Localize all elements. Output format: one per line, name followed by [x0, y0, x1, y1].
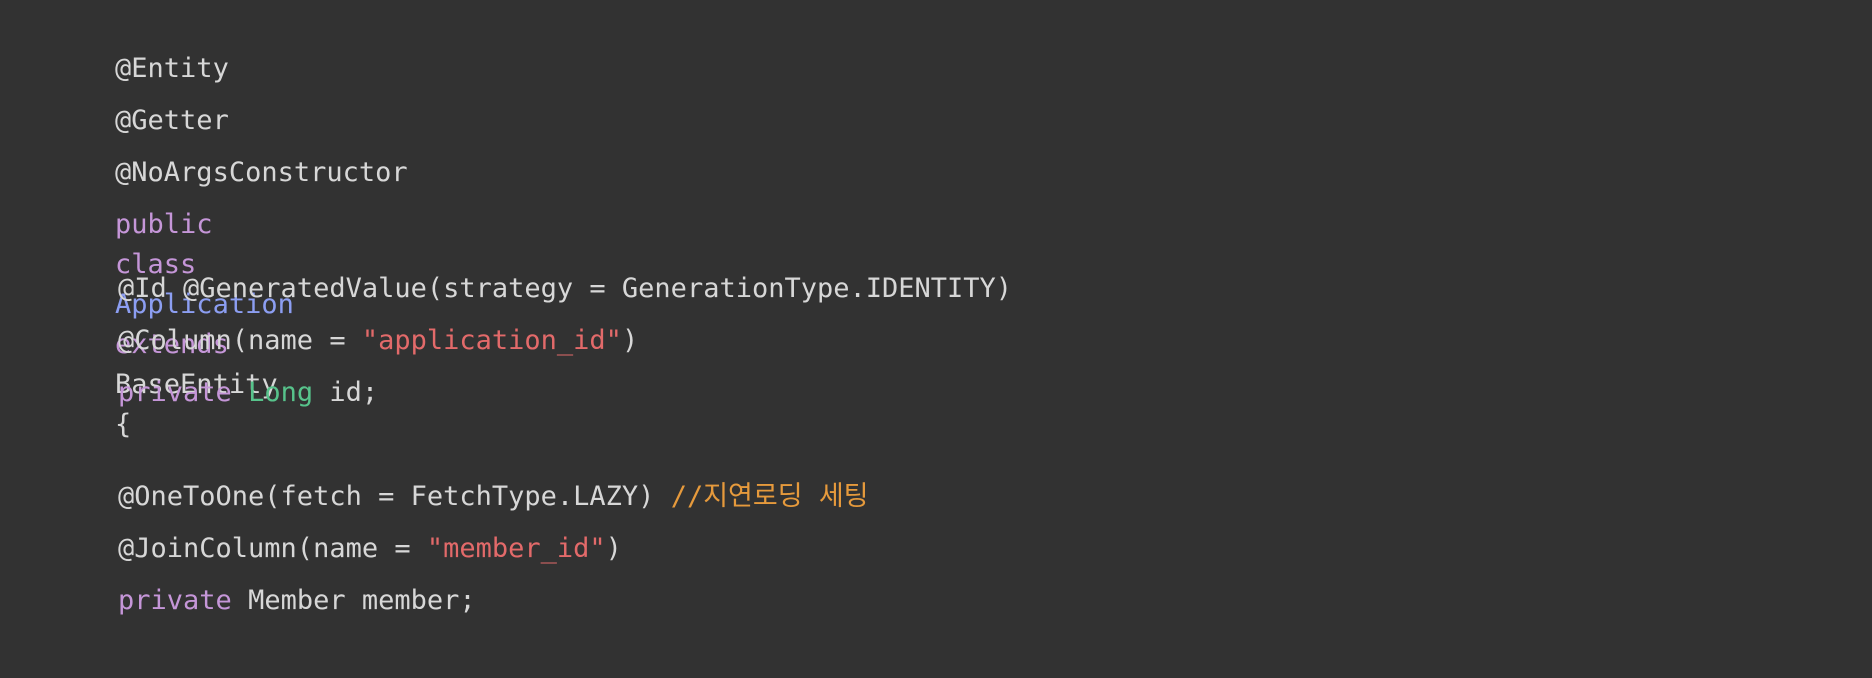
code-line-3: @NoArgsConstructor	[50, 113, 1872, 188]
annotation-column: @Column(name =	[118, 325, 362, 356]
annotation-noargsconstructor: @NoArgsConstructor	[115, 157, 408, 188]
code-line-11: @JoinColumn(name = "member_id")	[50, 529, 1872, 581]
code-line-13: }	[50, 633, 1872, 678]
code-line-7: @Column(name = "application_id")	[50, 321, 1872, 373]
annotation-joincolumn: @JoinColumn(name =	[118, 533, 427, 564]
field-member: Member member;	[248, 585, 476, 616]
annotation-entity: @Entity	[115, 53, 229, 84]
annotation-id-generatedvalue: @Id @GeneratedValue(strategy = Generatio…	[118, 273, 1013, 304]
code-line-10: @OneToOne(fetch = FetchType.LAZY) //지연로딩…	[50, 477, 1872, 529]
code-editor[interactable]: @Entity @Getter @NoArgsConstructor publi…	[0, 0, 1872, 678]
close-paren: )	[605, 533, 622, 564]
code-line-8: private Long id;	[50, 373, 1872, 425]
open-brace: {	[115, 409, 132, 440]
code-line-9-empty	[50, 425, 1872, 477]
code-line-6: @Id @GeneratedValue(strategy = Generatio…	[50, 269, 1872, 321]
code-line-1: @Entity	[50, 9, 1872, 84]
annotation-getter: @Getter	[115, 105, 229, 136]
code-line-5-empty	[50, 217, 1872, 269]
annotation-onetoone: @OneToOne(fetch = FetchType.LAZY)	[118, 481, 671, 512]
keyword-private: private	[118, 377, 232, 408]
type-long: Long	[248, 377, 314, 408]
code-line-12: private Member member;	[50, 581, 1872, 633]
code-line-2: @Getter	[50, 61, 1872, 136]
comment-lazy-loading: //지연로딩 세팅	[670, 481, 869, 512]
close-paren: )	[621, 325, 639, 356]
string-application-id: "application_id"	[361, 325, 622, 356]
keyword-private: private	[118, 585, 232, 616]
string-member-id: "member_id"	[426, 533, 606, 564]
field-id: id;	[329, 377, 379, 408]
keyword-public: public	[115, 209, 213, 240]
